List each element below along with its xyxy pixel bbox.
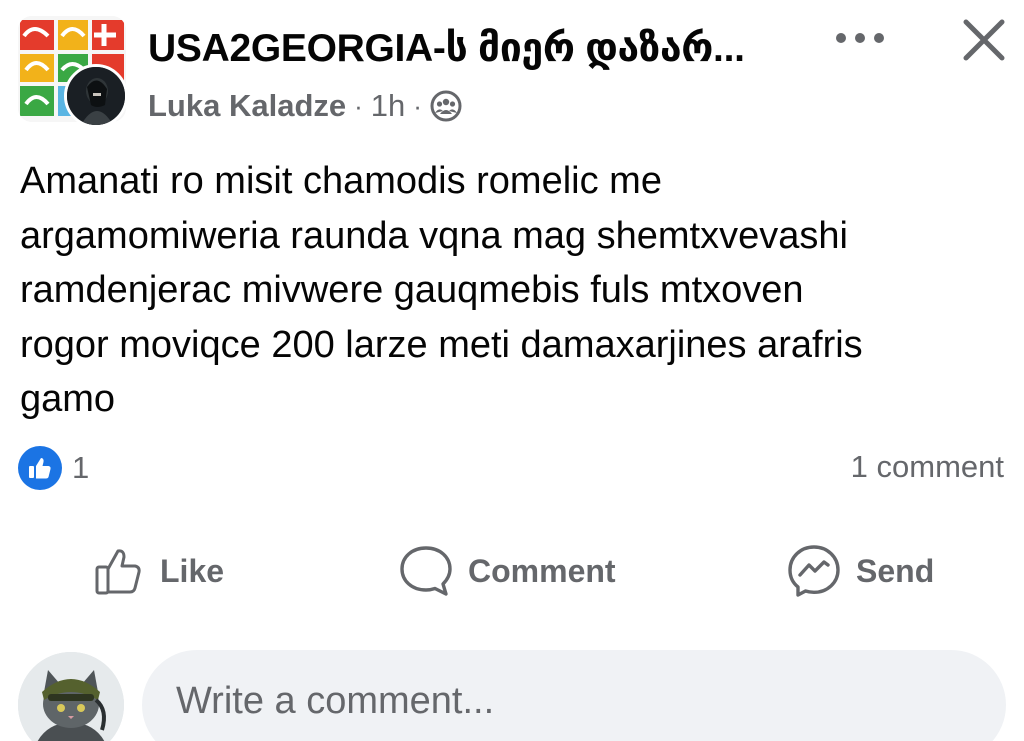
like-button[interactable]: Like [94, 536, 224, 606]
group-name-link[interactable]: USA2GEORGIA-ს მიერ დაზარ... [148, 26, 808, 71]
post-meta: Luka Kaladze · 1h · [148, 88, 462, 124]
group-members-icon [430, 90, 462, 122]
meta-separator: · [354, 90, 363, 121]
author-avatar[interactable] [64, 64, 128, 128]
messenger-icon [788, 545, 840, 597]
reaction-count: 1 [72, 450, 90, 485]
send-button-label: Send [856, 552, 935, 589]
send-button[interactable]: Send [786, 536, 934, 606]
viewer-avatar[interactable] [18, 652, 124, 741]
comment-input-placeholder: Write a comment... [176, 680, 495, 722]
post-sheet: USA2GEORGIA-ს მიერ დაზარ... Luka Kaladze… [0, 0, 1024, 741]
action-bar: Like Comment Send [0, 536, 1024, 606]
post-time[interactable]: 1h [371, 88, 405, 124]
speech-bubble-icon [400, 546, 452, 596]
reactions-summary[interactable]: 1 [18, 446, 89, 490]
like-button-label: Like [160, 552, 225, 589]
like-reaction-badge [18, 446, 62, 490]
author-photo [67, 67, 125, 125]
meta-separator: · [413, 90, 422, 121]
thumbs-up-icon [95, 549, 141, 595]
more-options-icon [836, 33, 884, 43]
more-options-button[interactable] [828, 18, 892, 58]
thumbs-up-icon [29, 458, 51, 479]
comment-count-link[interactable]: 1 comment [851, 449, 1004, 485]
viewer-photo [18, 652, 124, 741]
close-button[interactable] [952, 10, 1016, 70]
close-icon [963, 19, 1005, 61]
comment-button[interactable]: Comment [398, 536, 616, 606]
comment-button-label: Comment [468, 552, 616, 589]
author-name-link[interactable]: Luka Kaladze [148, 88, 346, 124]
post-body-text: Amanati ro misit chamodis romelic me arg… [20, 160, 863, 420]
comment-input[interactable]: Write a comment... [142, 650, 1006, 741]
